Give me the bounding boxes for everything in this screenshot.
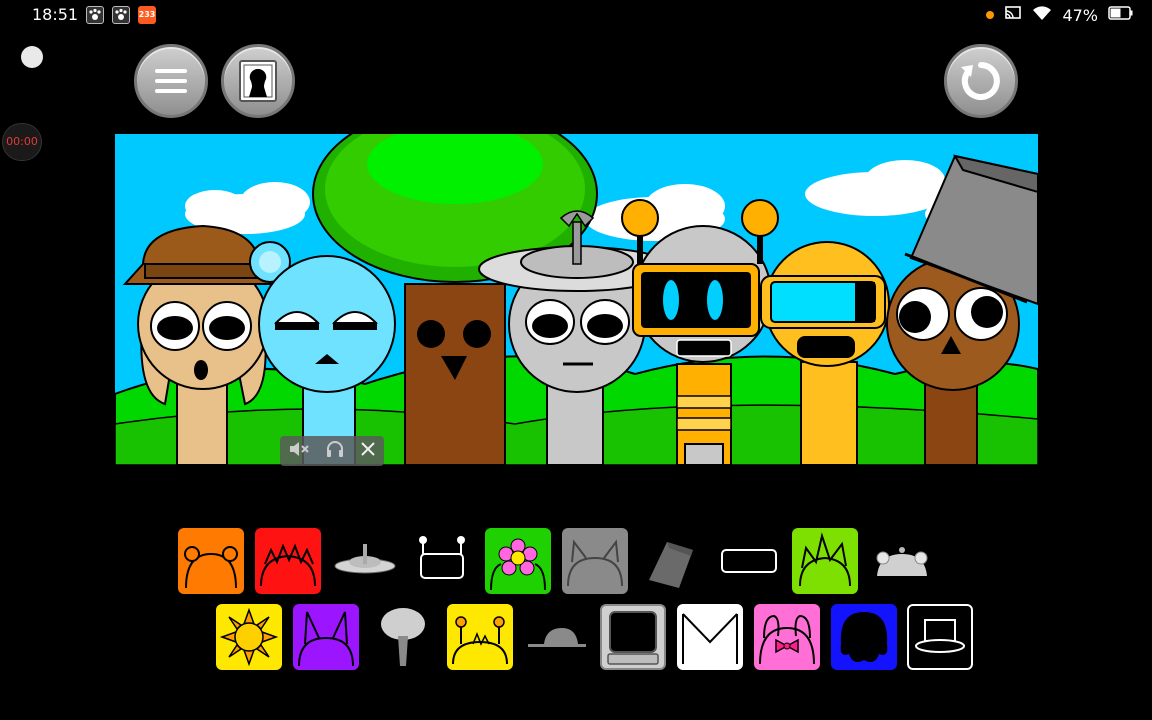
palette-grey-dome-lid[interactable] [869,528,935,594]
blob-icon [840,612,888,662]
battery-icon [1108,5,1134,25]
pointy-ears-icon [298,611,354,667]
palette-lime-spikes[interactable] [792,528,858,594]
profile-button[interactable] [221,44,295,118]
cat-ears-icon [567,539,623,587]
palette-grey-bucket[interactable] [639,528,705,594]
status-time: 18:51 [32,5,79,24]
spikes-icon [260,543,316,587]
sun-icon [219,607,279,667]
hamburger-menu-icon [155,69,187,93]
reset-icon [961,62,1000,100]
233-app-icon: 233 [138,6,156,24]
plate-hat-icon [334,544,396,574]
status-icons: 47% [986,5,1134,25]
game-screen: 18:51 233 47% 00:00 [0,0,1152,720]
palette-yellow-antenna-hat[interactable] [447,604,513,670]
monitor-icon [607,611,659,665]
recording-timer[interactable]: 00:00 [2,123,42,161]
mute-icon[interactable] [288,440,310,462]
floating-assistive-button[interactable] [21,46,43,68]
battery-text: 47% [1062,5,1098,25]
visor-icon [721,549,777,573]
palette-grey-mushroom[interactable] [370,604,436,670]
palette-orange-horns[interactable] [178,528,244,594]
wifi-icon [1032,5,1052,25]
headphones-icon[interactable] [325,440,345,462]
cast-icon [1004,5,1022,25]
mini-overlay-toolbar [280,436,384,466]
palette-purple-ears[interactable] [293,604,359,670]
reset-button[interactable] [944,44,1018,118]
portrait-frame-icon [239,60,277,102]
palette-grey-cat-ears[interactable] [562,528,628,594]
flower-icon [490,538,546,591]
menu-button[interactable] [134,44,208,118]
status-bar: 18:51 233 47% [0,0,1152,30]
stage [115,134,1038,465]
lime-spikes-icon [799,532,851,587]
paw-app-icon [86,6,104,24]
antenna-hat-icon [452,616,508,665]
paw-app-icon-2 [112,6,130,24]
palette-black-visor[interactable] [716,528,782,594]
palette-white-envelope[interactable] [677,604,743,670]
top-hat-icon [915,619,965,653]
palette-red-spikes[interactable] [255,528,321,594]
palette-black-top-hat[interactable] [907,604,973,670]
palette-black-antenna-box[interactable] [409,528,475,594]
palette-grey-cap[interactable] [524,604,590,670]
notification-dot-icon [986,11,995,19]
palette-computer-monitor[interactable] [600,604,666,670]
cap-icon [528,628,586,647]
palette-yellow-sun[interactable] [216,604,282,670]
palette-green-flower[interactable] [485,528,551,594]
close-icon[interactable] [360,441,376,461]
palette-grey-plate-hat[interactable] [332,528,398,594]
palette-pink-bow[interactable] [754,604,820,670]
horns-icon [184,546,238,589]
dome-lid-icon [876,547,928,576]
bucket-icon [649,542,693,588]
antenna-box-icon [419,536,465,579]
stage-scene [115,134,1038,465]
palette-blue-blob[interactable] [831,604,897,670]
bow-icon [759,614,815,665]
mushroom-icon [381,608,425,666]
envelope-icon [682,613,738,664]
